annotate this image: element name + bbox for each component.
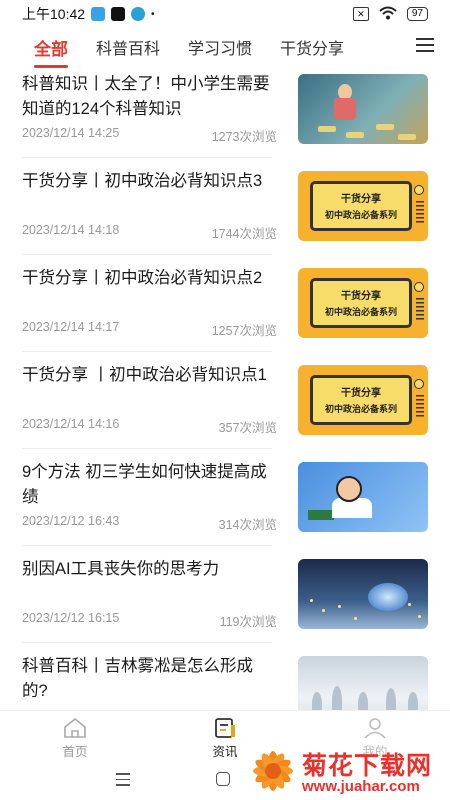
tiktok-icon [111,7,126,21]
article-thumbnail [298,462,428,532]
article-thumbnail [298,559,428,629]
tab-science[interactable]: 科普百科 [96,35,160,59]
watermark: 菊花下载网 www.juahar.com [246,742,450,800]
battery-icon: 97 [406,7,428,21]
article-thumbnail: 干货分享 初中政治必备系列 [298,268,428,338]
divider [22,351,272,352]
menu-icon[interactable] [416,38,434,52]
divider [22,448,272,449]
news-icon [212,717,238,739]
list-item[interactable]: 科普知识丨太全了！中小学生需要知道的124个科普知识 2023/12/14 14… [0,64,450,161]
article-title: 别因AI工具丧失你的思考力 [22,560,220,578]
article-date: 2023/12/14 14:16 [22,417,120,431]
user-icon [362,717,388,739]
article-views: 357次浏览 [218,421,277,435]
article-title: 科普百科丨吉林雾凇是怎么形成的? [22,657,253,700]
article-views: 314次浏览 [218,518,277,532]
list-item[interactable]: 9个方法 初三学生如何快速提高成绩 2023/12/12 16:43 314次浏… [0,452,450,549]
home-button-icon[interactable] [216,772,230,786]
close-box-icon: ✕ [352,7,369,21]
home-icon [62,717,88,739]
article-views: 119次浏览 [219,615,277,629]
article-thumbnail: 干货分享 初中政治必备系列 [298,365,428,435]
divider [22,545,272,546]
list-item[interactable]: 干货分享丨初中政治必背知识点2 2023/12/14 14:17 1257次浏览… [0,258,450,355]
article-thumbnail [298,74,428,144]
divider [22,254,272,255]
tab-study-habits[interactable]: 学习习惯 [188,35,252,59]
article-date: 2023/12/14 14:18 [22,223,120,237]
article-thumbnail: 干货分享 初中政治必备系列 [298,171,428,241]
status-bar: 上午10:42 • ✕ 97 [0,0,450,28]
article-views: 1744次浏览 [211,227,277,241]
article-views: 1257次浏览 [211,324,277,338]
list-item[interactable]: 干货分享 丨初中政治必背知识点1 2023/12/14 14:16 357次浏览… [0,355,450,452]
article-title: 科普知识丨太全了！中小学生需要知道的124个科普知识 [22,75,270,118]
list-item[interactable]: 别因AI工具丧失你的思考力 2023/12/12 16:15 119次浏览 [0,549,450,646]
recent-apps-icon[interactable] [116,773,130,786]
status-time: 上午10:42 [22,6,86,22]
article-date: 2023/12/12 16:15 [22,611,120,625]
chrysanthemum-logo-icon [253,751,293,791]
nav-home-label: 首页 [62,745,88,759]
article-title: 干货分享丨初中政治必背知识点2 [22,269,263,287]
article-title: 干货分享 丨初中政治必背知识点1 [22,366,267,384]
article-views: 1273次浏览 [211,130,277,144]
list-item[interactable]: 干货分享丨初中政治必背知识点3 2023/12/14 14:18 1744次浏览… [0,161,450,258]
article-date: 2023/12/14 14:17 [22,320,120,334]
article-list: 科普知识丨太全了！中小学生需要知道的124个科普知识 2023/12/14 14… [0,64,450,710]
article-thumbnail [298,656,428,710]
divider [22,642,272,643]
dot-icon: • [151,8,155,20]
category-tabs: 全部 科普百科 学习习惯 干货分享 [0,30,450,68]
app-notification-icon [91,7,106,21]
nav-home[interactable]: 首页 [45,717,105,760]
telegram-icon [131,7,146,21]
article-title: 9个方法 初三学生如何快速提高成绩 [22,463,267,506]
wifi-icon [379,6,397,23]
tab-tips[interactable]: 干货分享 [280,35,344,59]
watermark-url: www.juahar.com [302,778,420,795]
list-item[interactable]: 科普百科丨吉林雾凇是怎么形成的? [0,646,450,710]
tab-all[interactable]: 全部 [34,35,68,68]
divider [22,157,272,158]
watermark-title: 菊花下载网 [302,752,433,780]
article-title: 干货分享丨初中政治必背知识点3 [22,172,263,190]
article-date: 2023/12/12 16:43 [22,514,120,528]
article-date: 2023/12/14 14:25 [22,126,120,140]
